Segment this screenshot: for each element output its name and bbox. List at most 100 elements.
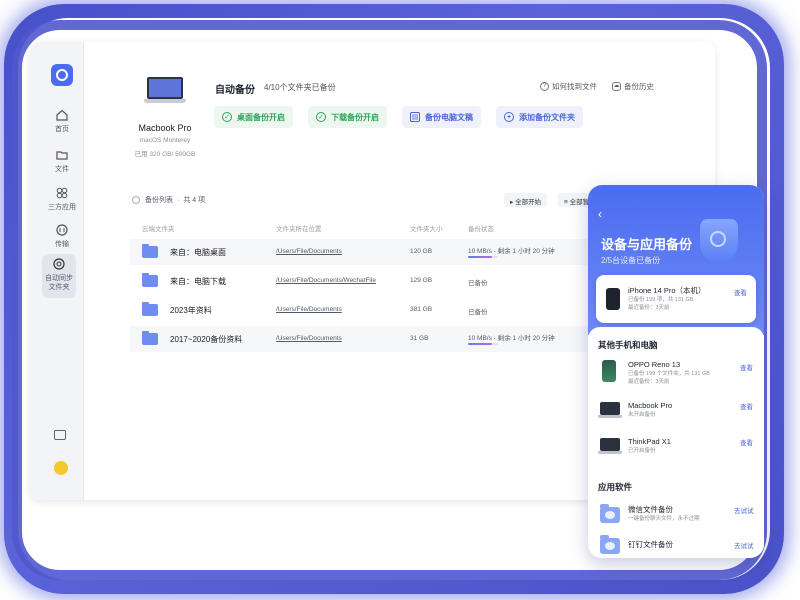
view-link[interactable]: 查看 (740, 362, 753, 372)
view-link[interactable]: 查看 (734, 287, 747, 297)
start-all-button[interactable]: ▸ 全部开始 (504, 193, 548, 207)
view-link[interactable]: 查看 (740, 437, 753, 447)
phone-body: 其他手机和电脑 OPPO Reno 13 已备份 199 个文件夹，共 131 … (588, 327, 764, 558)
desktop-backup-button[interactable]: ✓ 桌面备份开启 (214, 106, 293, 128)
sidebar-item-home[interactable]: 首页 (44, 108, 80, 148)
question-icon: ? (540, 82, 549, 91)
sidebar-item-auto-sync[interactable]: 自动同步 文件夹 (42, 254, 76, 298)
row-path[interactable]: /Users/File/Documents (276, 306, 342, 313)
folder-icon (55, 148, 69, 162)
laptop-icon (144, 77, 186, 103)
chat-icon[interactable] (54, 430, 66, 440)
row-path[interactable]: /Users/File/Documents/WechatFile (276, 277, 376, 284)
shield-icon (700, 219, 738, 263)
device-meta: 已备份 199 项，共 131 GB 最近备份：3天前 (628, 297, 694, 311)
progress-bar (468, 256, 498, 258)
phone-device-icon (602, 360, 616, 382)
list-header: 备份列表 · 共 4 项 (132, 195, 205, 205)
row-size: 381 GB (410, 306, 433, 313)
backup-count: 4/10个文件夹已备份 (264, 83, 336, 92)
transfer-icon (55, 223, 69, 237)
section-title: 其他手机和电脑 (598, 340, 658, 350)
row-status: 已备份 (468, 280, 488, 287)
home-icon (55, 108, 69, 122)
help-link[interactable]: ? 如何找到文件 (540, 81, 597, 92)
app-name: 钉钉文件备份 (628, 540, 673, 549)
row-size: 129 GB (410, 277, 433, 284)
device-name: ThinkPad X1 (628, 437, 671, 446)
back-icon[interactable]: ‹ (598, 207, 602, 221)
sidebar-item-label: 首页 (55, 126, 69, 133)
row-size: 120 GB (410, 248, 433, 255)
row-path[interactable]: /Users/File/Documents (276, 335, 342, 342)
row-name: 来自：电脑桌面 (170, 248, 226, 257)
folder-icon (142, 302, 158, 316)
plus-icon: + (504, 112, 514, 122)
pc-docs-button[interactable]: ▤ 备份电脑文稿 (402, 106, 481, 128)
column-header: 云端文件夹 (142, 226, 175, 233)
download-backup-button[interactable]: ✓ 下载备份开启 (308, 106, 387, 128)
add-folder-button[interactable]: + 添加备份文件夹 (496, 106, 583, 128)
check-icon: ✓ (316, 112, 326, 122)
device-summary: Macbook Pro macOS Monterey 已用 320 GB/ 50… (125, 77, 205, 158)
cloud-icon: ☁ (612, 82, 621, 91)
sync-icon (52, 257, 66, 271)
device-name: Macbook Pro (628, 401, 673, 410)
sidebar-item-files[interactable]: 文件 (44, 148, 80, 188)
try-link[interactable]: 去试试 (734, 540, 754, 550)
row-name: 来自：电脑下载 (170, 277, 226, 286)
view-link[interactable]: 查看 (740, 401, 753, 411)
folder-icon (142, 273, 158, 287)
own-device-card[interactable]: iPhone 14 Pro（本机） 已备份 199 项，共 131 GB 最近备… (596, 275, 756, 323)
sidebar-item-label: 自动同步 文件夹 (45, 275, 73, 291)
folder-icon (600, 504, 620, 523)
sidebar: 首页 文件 三方应用 传输 自动同步 文件夹 (30, 42, 84, 500)
select-all-radio[interactable] (132, 196, 140, 204)
sidebar-item-label: 三方应用 (48, 204, 76, 211)
section-title: 应用软件 (598, 482, 633, 492)
row-status: 10 MB/s - 剩余 1 小时 20 分钟 (468, 335, 555, 342)
device-meta: 已备份 199 个文件夹，共 131 GB 最近备份：3天前 (628, 371, 710, 385)
table-row[interactable]: 来自：电脑桌面 /Users/File/Documents 120 GB 10 … (130, 239, 600, 265)
row-name: 2017~2020备份资料 (170, 335, 243, 344)
document-icon: ▤ (410, 112, 420, 122)
sidebar-item-label: 文件 (55, 166, 69, 173)
row-path[interactable]: /Users/File/Documents (276, 248, 342, 255)
row-size: 31 GB (410, 335, 429, 342)
history-link[interactable]: ☁ 备份历史 (612, 81, 654, 92)
row-status: 已备份 (468, 309, 488, 316)
apps-icon (55, 186, 69, 200)
row-name: 2023年资料 (170, 306, 212, 315)
device-os: macOS Monterey (139, 137, 191, 144)
table-row[interactable]: 2023年资料 /Users/File/Documents 381 GB 已备份 (130, 297, 600, 323)
try-link[interactable]: 去试试 (734, 505, 754, 515)
row-status: 10 MB/s - 剩余 1 小时 20 分钟 (468, 248, 555, 255)
check-icon: ✓ (222, 112, 232, 122)
device-meta: 已开启备份 (628, 448, 656, 454)
column-header: 备份状态 (468, 226, 494, 233)
folder-icon (142, 244, 158, 258)
column-header: 文件夹所在位置 (276, 226, 322, 233)
avatar[interactable] (54, 461, 68, 475)
phone-title: 设备与应用备份 (601, 237, 693, 252)
laptop-icon (598, 438, 622, 454)
table-row[interactable]: 来自：电脑下载 /Users/File/Documents/WechatFile… (130, 268, 600, 294)
folder-icon (600, 535, 620, 554)
iphone-icon (606, 288, 620, 310)
sidebar-item-label: 传输 (55, 241, 69, 248)
device-name: iPhone 14 Pro（本机） (628, 286, 706, 295)
app-name: 微信文件备份 (628, 505, 673, 514)
app-meta: 一键备份聊天文件，永不过期 (628, 516, 700, 522)
device-usage: 已用 320 GB/ 500GB (134, 151, 196, 158)
progress-bar (468, 343, 498, 345)
app-logo-icon[interactable] (51, 64, 73, 86)
phone-subtitle: 2/5台设备已备份 (601, 256, 661, 265)
phone-screen: ‹ 设备与应用备份 2/5台设备已备份 其他手机和电脑 OPPO Reno 13… (588, 185, 764, 558)
folder-icon (142, 331, 158, 345)
sidebar-item-apps[interactable]: 三方应用 (44, 186, 80, 226)
device-name: OPPO Reno 13 (628, 360, 681, 369)
page-title: 自动备份 (215, 85, 255, 96)
device-name: Macbook Pro (138, 123, 192, 133)
laptop-icon (598, 402, 622, 418)
table-row[interactable]: 2017~2020备份资料 /Users/File/Documents 31 G… (130, 326, 600, 352)
